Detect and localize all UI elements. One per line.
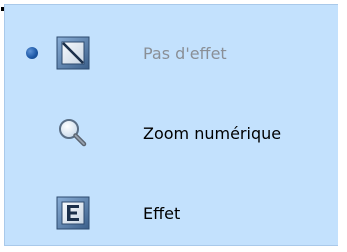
no-effect-icon <box>53 33 93 73</box>
menu-item-digital-zoom[interactable]: Zoom numérique <box>5 103 339 163</box>
menu-item-no-effect[interactable]: Pas d'effet <box>5 23 339 83</box>
screen: Pas d'effet Zoom numérique Effet <box>0 0 347 252</box>
menu-item-effect[interactable]: Effet <box>5 183 339 243</box>
effect-menu: Pas d'effet Zoom numérique Effet <box>4 4 340 246</box>
effect-icon <box>53 193 93 233</box>
selected-indicator <box>25 46 39 60</box>
menu-edge <box>338 4 340 246</box>
magnifier-icon <box>53 113 93 153</box>
menu-item-label: Pas d'effet <box>143 43 227 63</box>
radio-dot-icon <box>26 47 38 59</box>
menu-item-label: Effet <box>143 203 181 223</box>
menu-item-label: Zoom numérique <box>143 123 282 143</box>
